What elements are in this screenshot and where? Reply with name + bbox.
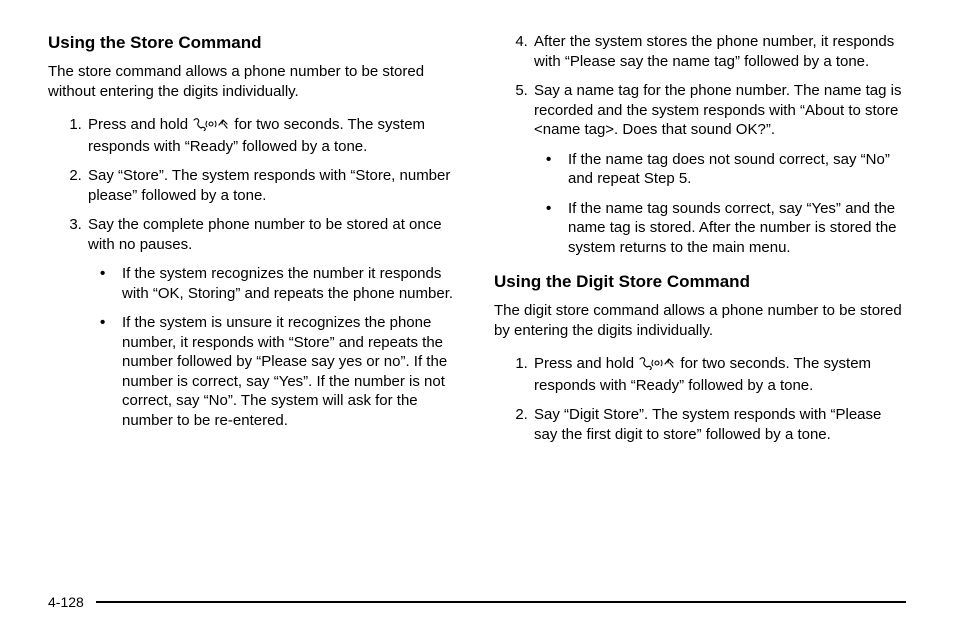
store-step-3: Say the complete phone number to be stor…: [86, 215, 460, 430]
digit-store-steps: Press and hold for two seconds. The syst…: [494, 354, 906, 444]
intro-store-command: The store command allows a phone number …: [48, 62, 460, 101]
step3-text: Say the complete phone number to be stor…: [88, 216, 442, 253]
step3-bullet-1: If the system recognizes the number it r…: [112, 264, 460, 303]
right-column: After the system stores the phone number…: [494, 32, 906, 458]
step5-bullet-1: If the name tag does not sound correct, …: [558, 150, 906, 189]
intro-digit-store: The digit store command allows a phone n…: [494, 301, 906, 340]
step5-text: Say a name tag for the phone number. The…: [534, 82, 901, 138]
store-steps-continued: After the system stores the phone number…: [494, 32, 906, 257]
heading-digit-store: Using the Digit Store Command: [494, 271, 906, 293]
step3-bullets: If the system recognizes the number it r…: [88, 264, 460, 430]
manual-page: Using the Store Command The store comman…: [0, 0, 954, 638]
step1-pre: Press and hold: [88, 116, 192, 133]
dstep1-pre: Press and hold: [534, 355, 638, 372]
phone-voice-icon: [192, 117, 230, 137]
left-column: Using the Store Command The store comman…: [48, 32, 460, 458]
two-column-layout: Using the Store Command The store comman…: [48, 32, 906, 458]
step5-bullets: If the name tag does not sound correct, …: [534, 150, 906, 258]
heading-store-command: Using the Store Command: [48, 32, 460, 54]
step3-bullet-2: If the system is unsure it recognizes th…: [112, 313, 460, 430]
phone-voice-icon: [638, 356, 676, 376]
store-step-2: Say “Store”. The system responds with “S…: [86, 166, 460, 205]
page-footer: 4-128: [48, 594, 906, 610]
footer-rule: [96, 601, 906, 603]
page-number: 4-128: [48, 594, 84, 610]
store-step-1: Press and hold for two seconds. The syst…: [86, 115, 460, 156]
store-step-4: After the system stores the phone number…: [532, 32, 906, 71]
store-steps: Press and hold for two seconds. The syst…: [48, 115, 460, 430]
digit-step-1: Press and hold for two seconds. The syst…: [532, 354, 906, 395]
store-step-5: Say a name tag for the phone number. The…: [532, 81, 906, 257]
step5-bullet-2: If the name tag sounds correct, say “Yes…: [558, 199, 906, 258]
digit-step-2: Say “Digit Store”. The system responds w…: [532, 405, 906, 444]
